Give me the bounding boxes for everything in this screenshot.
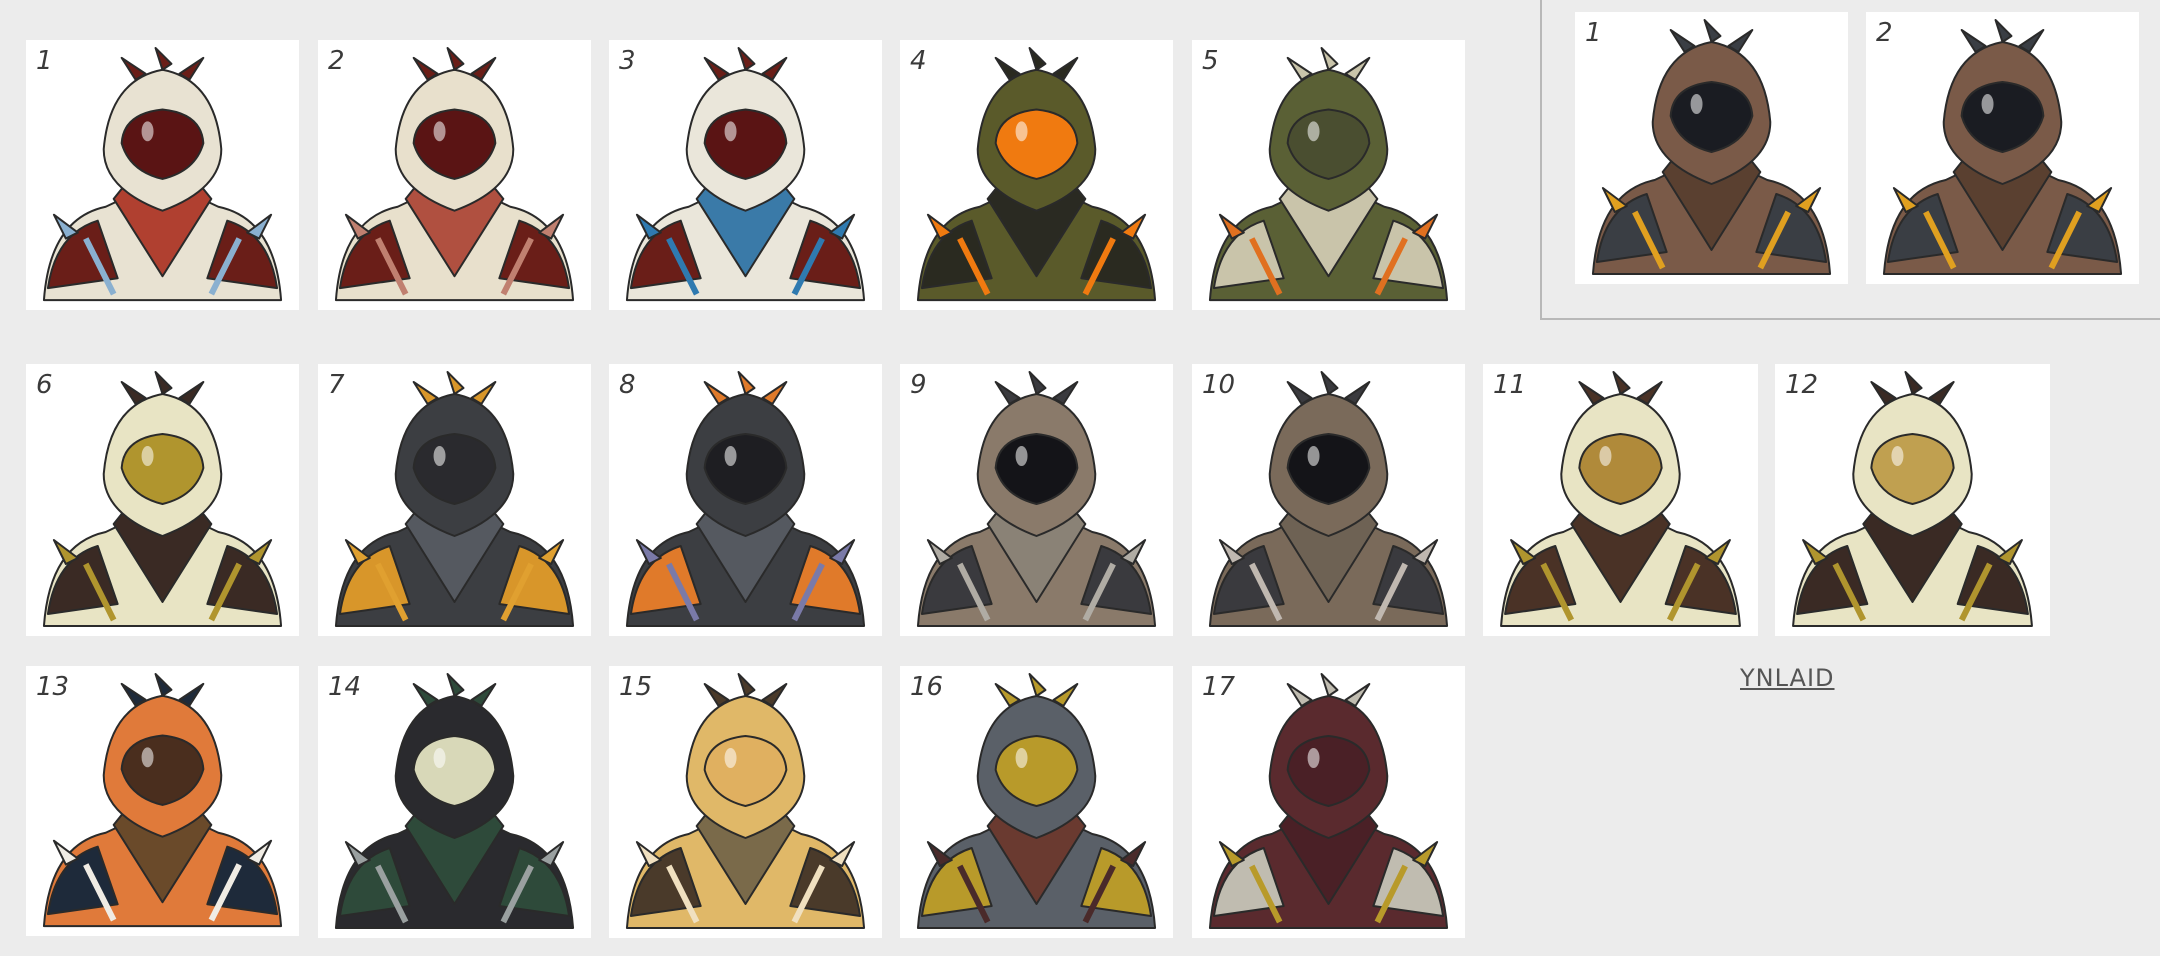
character-illustration [334, 46, 575, 302]
variant-number: 2 [328, 46, 345, 76]
visor-highlight [1599, 446, 1612, 466]
variant-number: 6 [36, 370, 53, 400]
variant-number: 4 [910, 46, 927, 76]
variant-number: 15 [619, 672, 653, 702]
variant-number: 2 [1876, 18, 1893, 48]
character-concept-card: 2 [1866, 12, 2139, 284]
visor-highlight [1015, 748, 1028, 768]
variant-number: 14 [328, 672, 362, 702]
character-illustration [1792, 371, 2033, 627]
artist-signature: YNLAID [1740, 664, 1835, 692]
variant-number: 10 [1202, 370, 1236, 400]
character-illustration [916, 371, 1157, 627]
character-concept-card: 4 [900, 40, 1173, 310]
character-illustration [625, 46, 866, 302]
character-concept-card: 9 [900, 364, 1173, 636]
variant-number: 7 [328, 370, 345, 400]
variant-number: 17 [1202, 672, 1236, 702]
character-concept-card: 11 [1483, 364, 1758, 636]
visor-highlight [1015, 446, 1028, 466]
variant-number: 16 [910, 672, 944, 702]
character-illustration [42, 46, 283, 302]
character-concept-card: 7 [318, 364, 591, 636]
character-concept-card: 6 [26, 364, 299, 636]
character-concept-card: 15 [609, 666, 882, 938]
character-illustration [1500, 371, 1741, 627]
character-illustration [916, 673, 1157, 929]
visor-highlight [1891, 446, 1904, 466]
character-illustration [42, 672, 283, 928]
character-illustration [1208, 371, 1449, 627]
variant-number: 5 [1202, 46, 1219, 76]
variant-number: 9 [910, 370, 927, 400]
variant-number: 1 [36, 46, 53, 76]
visor-highlight [141, 747, 154, 768]
character-concept-card: 1 [26, 40, 299, 310]
character-illustration [334, 371, 575, 627]
visor-highlight [724, 748, 737, 768]
variant-number: 3 [619, 46, 636, 76]
visor-highlight [1307, 748, 1320, 768]
character-illustration [334, 673, 575, 929]
character-concept-card: 8 [609, 364, 882, 636]
character-concept-card: 14 [318, 666, 591, 938]
visor-highlight [1307, 446, 1320, 466]
character-illustration [916, 46, 1157, 302]
character-illustration [1208, 46, 1449, 302]
character-concept-card: 16 [900, 666, 1173, 938]
character-concept-card: 5 [1192, 40, 1465, 310]
visor-highlight [1015, 121, 1028, 142]
visor-highlight [433, 121, 446, 142]
character-illustration [625, 673, 866, 929]
character-concept-card: 3 [609, 40, 882, 310]
character-illustration [625, 371, 866, 627]
visor-highlight [724, 121, 737, 142]
visor-highlight [1981, 94, 1994, 114]
variant-number: 8 [619, 370, 636, 400]
character-concept-card: 10 [1192, 364, 1465, 636]
variant-number: 1 [1585, 18, 1602, 48]
character-concept-card: 13 [26, 666, 299, 936]
character-concept-card: 2 [318, 40, 591, 310]
visor-highlight [1307, 121, 1320, 142]
visor-highlight [433, 748, 446, 768]
character-illustration [1882, 19, 2123, 275]
visor-highlight [1690, 94, 1703, 114]
visor-highlight [724, 446, 737, 466]
variant-number: 12 [1785, 370, 1819, 400]
character-illustration [1591, 19, 1832, 275]
character-illustration [1208, 673, 1449, 929]
variant-number: 13 [36, 672, 70, 702]
visor-highlight [141, 121, 154, 142]
character-concept-card: 12 [1775, 364, 2050, 636]
variant-number: 11 [1493, 370, 1527, 400]
character-concept-card: 17 [1192, 666, 1465, 938]
character-illustration [42, 371, 283, 627]
character-concept-card: 1 [1575, 12, 1848, 284]
visor-highlight [141, 446, 154, 466]
visor-highlight [433, 446, 446, 466]
